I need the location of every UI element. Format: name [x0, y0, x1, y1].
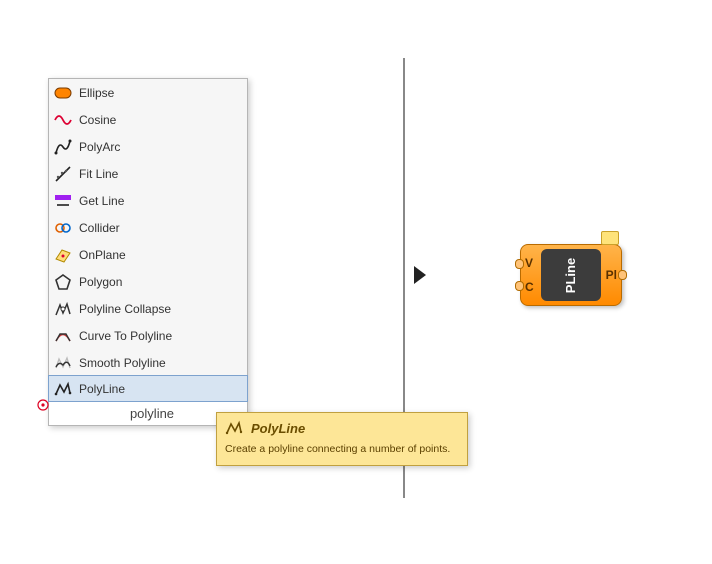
menu-item-collider[interactable]: Collider: [49, 214, 247, 241]
component-body[interactable]: PLine: [541, 249, 601, 301]
input-grip[interactable]: [515, 281, 524, 291]
menu-item-label: PolyLine: [79, 382, 125, 396]
menu-item-label: Collider: [79, 221, 120, 235]
menu-item-label: Ellipse: [79, 86, 114, 100]
curve-to-polyline-icon: [53, 326, 73, 346]
menu-item-polygon[interactable]: Polygon: [49, 268, 247, 295]
target-icon: [53, 404, 73, 424]
fit-line-icon: [53, 164, 73, 184]
get-line-icon: [53, 191, 73, 211]
menu-item-label: Fit Line: [79, 167, 118, 181]
input-ports: V C: [521, 245, 541, 305]
component-label: PLine: [564, 257, 579, 292]
menu-item-polyline-collapse[interactable]: Polyline Collapse: [49, 295, 247, 322]
component-search-menu[interactable]: Ellipse Cosine PolyArc Fit Line Get Line…: [48, 78, 248, 426]
menu-item-label: Polyline Collapse: [79, 302, 171, 316]
polyline-collapse-icon: [53, 299, 73, 319]
sticky-note-icon[interactable]: [601, 231, 619, 245]
search-input[interactable]: [77, 406, 227, 421]
menu-item-curve-to-polyline[interactable]: Curve To Polyline: [49, 322, 247, 349]
output-grip[interactable]: [618, 270, 627, 280]
menu-item-polyline[interactable]: PolyLine: [48, 375, 248, 402]
input-port-c[interactable]: C: [525, 280, 534, 294]
collider-icon: [53, 218, 73, 238]
polygon-icon: [53, 272, 73, 292]
menu-item-label: Curve To Polyline: [79, 329, 172, 343]
menu-item-label: Polygon: [79, 275, 122, 289]
tooltip: PolyLine Create a polyline connecting a …: [216, 412, 468, 466]
menu-item-label: OnPlane: [79, 248, 126, 262]
polyline-icon: [53, 379, 73, 399]
insert-arrow-icon: [414, 266, 426, 284]
menu-item-fit-line[interactable]: Fit Line: [49, 160, 247, 187]
menu-item-label: PolyArc: [79, 140, 120, 154]
tooltip-description: Create a polyline connecting a number of…: [225, 443, 459, 457]
input-grip[interactable]: [515, 259, 524, 269]
menu-item-cosine[interactable]: Cosine: [49, 106, 247, 133]
polyarc-icon: [53, 137, 73, 157]
ellipse-icon: [53, 83, 73, 103]
onplane-icon: [53, 245, 73, 265]
menu-item-label: Get Line: [79, 194, 124, 208]
menu-item-label: Cosine: [79, 113, 116, 127]
menu-item-smooth-polyline[interactable]: Smooth Polyline: [49, 349, 247, 376]
polyline-icon: [225, 419, 243, 437]
menu-item-ellipse[interactable]: Ellipse: [49, 79, 247, 106]
output-port-pl[interactable]: Pl: [606, 268, 617, 282]
tooltip-title: PolyLine: [251, 421, 305, 436]
menu-item-label: Smooth Polyline: [79, 356, 166, 370]
menu-item-onplane[interactable]: OnPlane: [49, 241, 247, 268]
smooth-polyline-icon: [53, 353, 73, 373]
input-port-v[interactable]: V: [525, 256, 533, 270]
component-pline[interactable]: V C PLine Pl: [520, 244, 622, 306]
cosine-icon: [53, 110, 73, 130]
menu-item-get-line[interactable]: Get Line: [49, 187, 247, 214]
menu-item-polyarc[interactable]: PolyArc: [49, 133, 247, 160]
